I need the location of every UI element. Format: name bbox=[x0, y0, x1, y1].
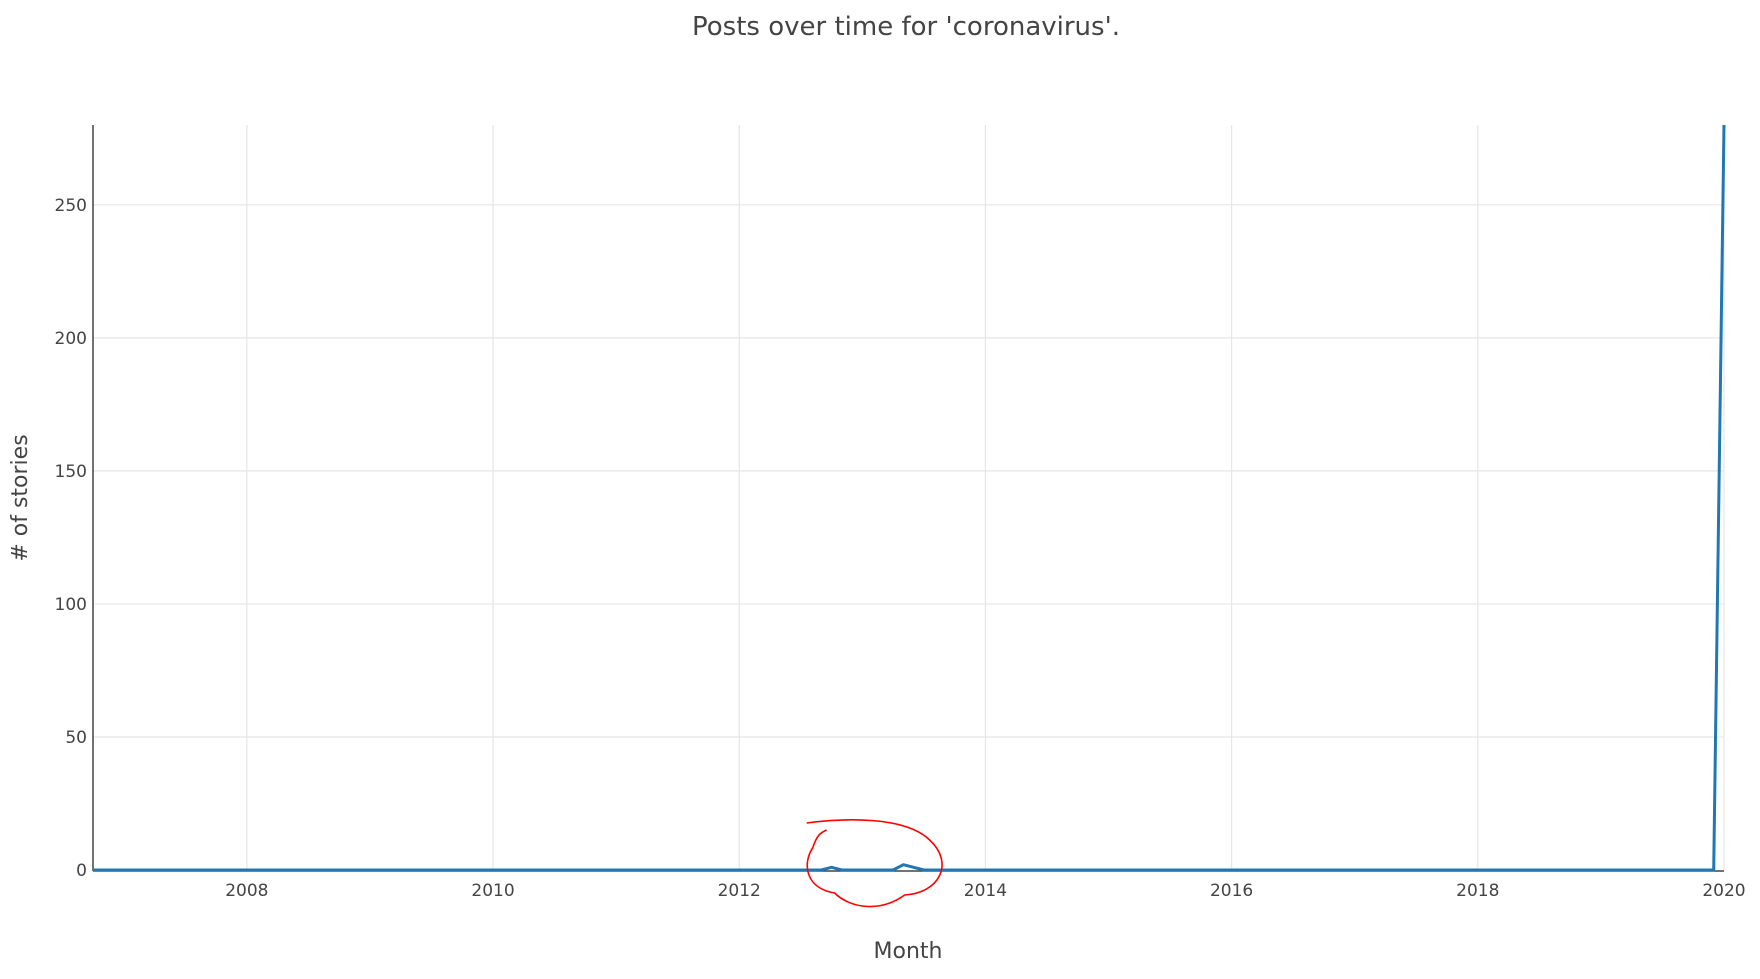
x-tick-label: 2014 bbox=[964, 881, 1007, 901]
series-line bbox=[93, 124, 1726, 872]
axes bbox=[92, 125, 1724, 872]
x-tick-label: 2020 bbox=[1702, 881, 1745, 901]
chart-svg: 0 50 100 150 200 250 2008 2010 2012 2014 2016 2018 2… bbox=[8, 12, 1746, 964]
y-tick-label: 50 bbox=[65, 728, 87, 748]
y-axis-title: # of stories bbox=[8, 434, 33, 561]
tick-labels: 0 50 100 150 200 250 2008 2010 2012 2014 2016 2018 2… bbox=[55, 196, 1746, 901]
y-tick-label: 150 bbox=[55, 462, 87, 482]
annotation-layer bbox=[806, 819, 943, 908]
y-tick-label: 0 bbox=[76, 861, 87, 881]
x-tick-label: 2010 bbox=[471, 881, 514, 901]
annotation-circle bbox=[806, 819, 943, 908]
x-tick-label: 2008 bbox=[225, 881, 268, 901]
x-axis-title: Month bbox=[874, 939, 943, 964]
grid-lines bbox=[93, 125, 1725, 870]
x-tick-label: 2012 bbox=[718, 881, 761, 901]
chart-title: Posts over time for 'coronavirus'. bbox=[692, 12, 1120, 42]
y-tick-label: 100 bbox=[55, 595, 87, 615]
x-tick-label: 2018 bbox=[1456, 881, 1499, 901]
y-tick-label: 200 bbox=[55, 329, 87, 349]
series-layer bbox=[93, 124, 1726, 872]
chart-container: 0 50 100 150 200 250 2008 2010 2012 2014 2016 2018 2… bbox=[0, 0, 1760, 974]
y-tick-label: 250 bbox=[55, 196, 87, 216]
x-tick-label: 2016 bbox=[1210, 881, 1253, 901]
